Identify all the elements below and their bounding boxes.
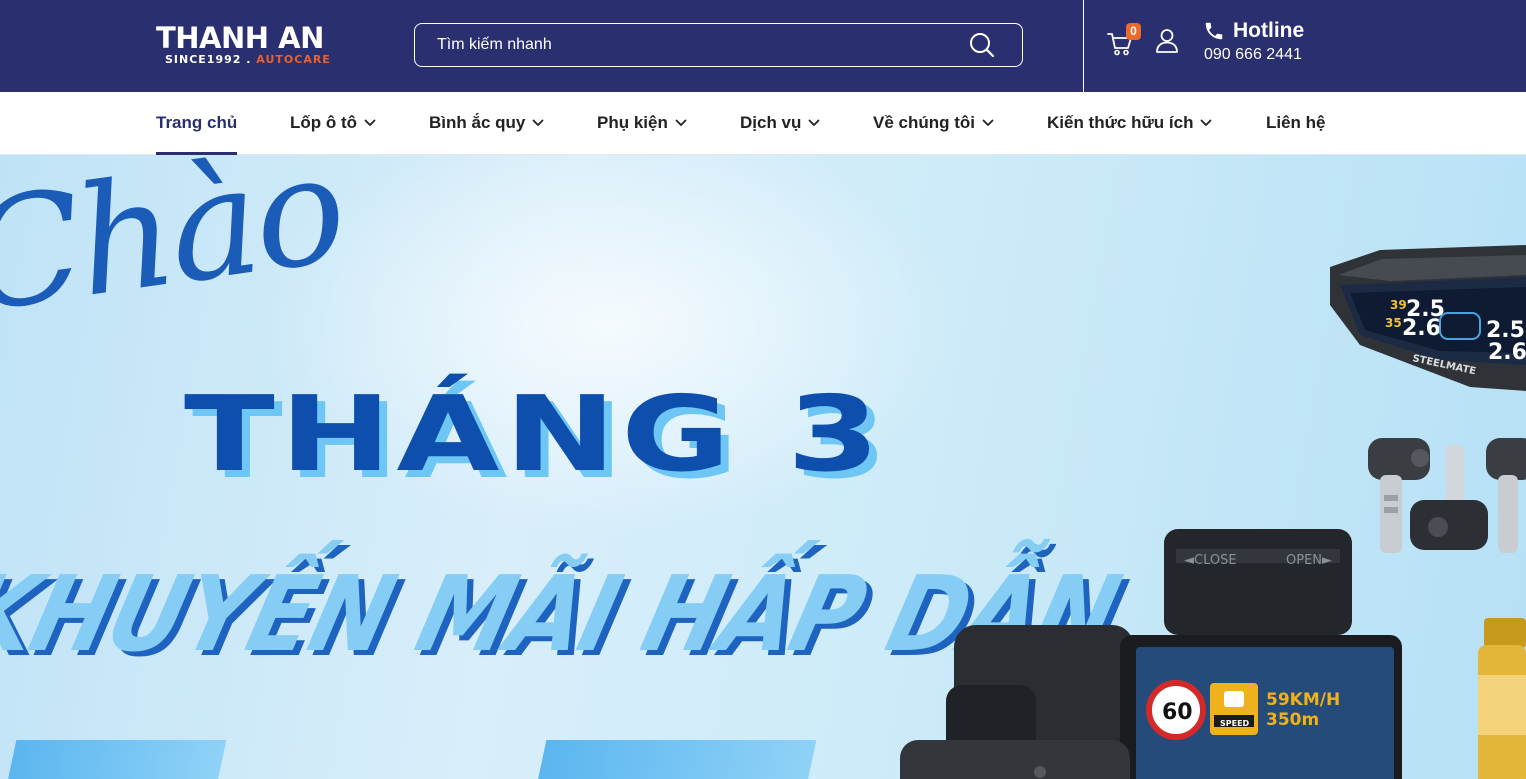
top-header: THANH AN SINCE1992 . AUTOCARE 0 — [0, 0, 1526, 92]
speed-camera-label: SPEED — [1220, 719, 1250, 728]
chevron-down-icon — [809, 119, 820, 126]
speed-limit-sign: 60 — [1162, 700, 1193, 725]
tpms-value: 2.6 — [1402, 316, 1441, 341]
user-icon — [1156, 29, 1178, 53]
account-button[interactable] — [1155, 28, 1179, 54]
oil-bottle-image — [1478, 618, 1526, 779]
logo-since: SINCE1992 . — [165, 53, 252, 66]
logo-wordmark: THANH AN — [156, 21, 324, 55]
hotline-number[interactable]: 090 666 2441 — [1204, 45, 1302, 64]
nav-label: Phụ kiện — [597, 113, 668, 132]
logo-autocare: AUTOCARE — [256, 53, 331, 66]
product-illustration: 39 2.5 35 2.6 2.5 2.6 STEELMATE ◄CLOSE O… — [900, 245, 1526, 779]
tpms-value: 35 — [1385, 316, 1402, 330]
search-button[interactable] — [967, 30, 999, 60]
hotline-label: Hotline — [1233, 19, 1305, 42]
search-icon — [970, 33, 995, 58]
nav-label: Kiến thức hữu ích — [1047, 113, 1194, 132]
nav-item-contact[interactable]: Liên hệ — [1266, 92, 1326, 154]
nav-label: Trang chủ — [156, 113, 238, 132]
nav-item-batteries[interactable]: Bình ắc quy — [429, 92, 544, 154]
header-divider — [1083, 0, 1084, 92]
nav-label: Lốp ô tô — [290, 113, 358, 132]
nav-label: Về chúng tôi — [873, 113, 975, 132]
speed-readout: 59KM/H — [1266, 690, 1340, 710]
main-nav: Trang chủ Lốp ô tô Bình ắc quy Phụ kiện … — [0, 92, 1526, 155]
chevron-down-icon — [364, 119, 376, 126]
dashcam-mount-image — [900, 740, 1130, 779]
chevron-down-icon — [982, 119, 994, 126]
nav-item-tires[interactable]: Lốp ô tô — [290, 92, 376, 154]
search-input[interactable] — [415, 24, 955, 65]
nav-label: Bình ắc quy — [429, 113, 526, 132]
nav-label: Dịch vụ — [740, 113, 802, 132]
nav-item-accessories[interactable]: Phụ kiện — [597, 92, 687, 154]
site-logo[interactable]: THANH AN SINCE1992 . AUTOCARE — [156, 22, 356, 68]
nav-item-about[interactable]: Về chúng tôi — [873, 92, 994, 154]
search-box — [414, 23, 1023, 67]
distance-readout: 350m — [1266, 710, 1319, 730]
tpms-value: 2.6 — [1488, 340, 1526, 365]
tpms-sensor-image — [1486, 438, 1526, 553]
hero-banner[interactable]: Chào THÁNG 3 THÁNG 3 KHUYẾN MÃI HẤP DẪN … — [0, 155, 1526, 779]
chevron-down-icon — [1201, 119, 1212, 126]
chevron-down-icon — [675, 119, 687, 126]
nav-label: Liên hệ — [1266, 113, 1326, 132]
phone-icon — [1205, 22, 1223, 40]
dashcam-open-label: OPEN► — [1286, 553, 1332, 568]
cart-button[interactable]: 0 — [1106, 23, 1144, 58]
hotline-block: Hotline 090 666 2441 — [1203, 19, 1343, 67]
nav-item-services[interactable]: Dịch vụ — [740, 92, 820, 154]
chevron-down-icon — [532, 119, 544, 126]
nav-item-knowledge[interactable]: Kiến thức hữu ích — [1047, 92, 1212, 154]
nav-item-home[interactable]: Trang chủ — [156, 92, 238, 155]
dashcam-close-label: ◄CLOSE — [1184, 553, 1237, 568]
logo-tagline: SINCE1992 . AUTOCARE — [165, 53, 331, 66]
tpms-value: 39 — [1390, 298, 1407, 312]
cart-count-badge: 0 — [1126, 23, 1141, 40]
